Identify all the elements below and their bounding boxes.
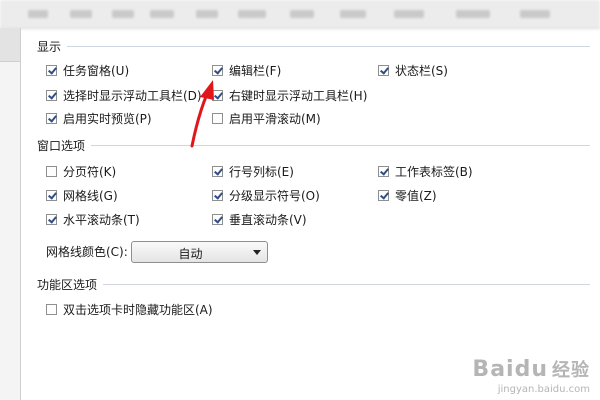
baidu-jingyan-watermark: Baidu 经验 jingyan.baidu.com <box>472 357 590 396</box>
arrow-shaft <box>190 92 209 148</box>
arrow-head <box>200 80 214 100</box>
red-annotation-arrow-icon <box>190 80 214 148</box>
watermark-brand: Baidu 经验 <box>472 357 590 382</box>
watermark-url: jingyan.baidu.com <box>497 384 590 395</box>
